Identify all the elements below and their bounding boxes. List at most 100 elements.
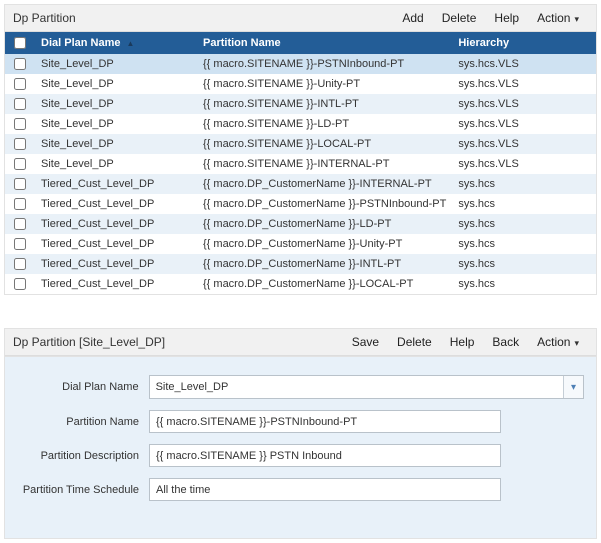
table-row[interactable]: Tiered_Cust_Level_DP {{ macro.DP_Custome… bbox=[5, 254, 596, 274]
cell-dial-plan-name: Site_Level_DP bbox=[35, 114, 197, 134]
partition-description-label: Partition Description bbox=[17, 444, 149, 464]
dp-partition-table: Dial Plan Name▲ Partition Name Hierarchy… bbox=[5, 32, 596, 294]
cell-hierarchy: sys.hcs.VLS bbox=[452, 114, 596, 134]
row-checkbox[interactable] bbox=[14, 218, 26, 230]
column-header-partition-name[interactable]: Partition Name bbox=[197, 32, 452, 54]
cell-partition-name: {{ macro.SITENAME }}-PSTNInbound-PT bbox=[197, 54, 452, 74]
table-row[interactable]: Tiered_Cust_Level_DP {{ macro.DP_Custome… bbox=[5, 214, 596, 234]
table-header-row: Dial Plan Name▲ Partition Name Hierarchy bbox=[5, 32, 596, 54]
cell-partition-name: {{ macro.SITENAME }}-LD-PT bbox=[197, 114, 452, 134]
detail-toolbar: Dp Partition [Site_Level_DP] Save Delete… bbox=[5, 329, 596, 356]
cell-partition-name: {{ macro.SITENAME }}-Unity-PT bbox=[197, 74, 452, 94]
table-row[interactable]: Tiered_Cust_Level_DP {{ macro.DP_Custome… bbox=[5, 234, 596, 254]
cell-partition-name: {{ macro.SITENAME }}-INTERNAL-PT bbox=[197, 154, 452, 174]
select-all-header bbox=[5, 32, 35, 54]
row-checkbox[interactable] bbox=[14, 118, 26, 130]
row-checkbox[interactable] bbox=[14, 158, 26, 170]
table-row[interactable]: Site_Level_DP {{ macro.SITENAME }}-INTL-… bbox=[5, 94, 596, 114]
save-button[interactable]: Save bbox=[343, 332, 388, 352]
help-button[interactable]: Help bbox=[441, 332, 484, 352]
cell-partition-name: {{ macro.DP_CustomerName }}-LD-PT bbox=[197, 214, 452, 234]
dropdown-caret-icon[interactable]: ▾ bbox=[563, 376, 583, 398]
row-checkbox[interactable] bbox=[14, 278, 26, 290]
back-button[interactable]: Back bbox=[483, 332, 528, 352]
detail-panel-title: Dp Partition [Site_Level_DP] bbox=[13, 335, 343, 349]
dp-partition-detail-panel: Dp Partition [Site_Level_DP] Save Delete… bbox=[4, 328, 597, 539]
dial-plan-name-label: Dial Plan Name bbox=[17, 375, 149, 395]
dial-plan-name-selected-value: Site_Level_DP bbox=[150, 376, 563, 398]
add-button[interactable]: Add bbox=[393, 8, 432, 28]
cell-partition-name: {{ macro.DP_CustomerName }}-INTL-PT bbox=[197, 254, 452, 274]
table-row[interactable]: Site_Level_DP {{ macro.SITENAME }}-LOCAL… bbox=[5, 134, 596, 154]
partition-time-schedule-input[interactable] bbox=[149, 478, 501, 501]
cell-partition-name: {{ macro.SITENAME }}-INTL-PT bbox=[197, 94, 452, 114]
cell-hierarchy: sys.hcs.VLS bbox=[452, 94, 596, 114]
detail-form: Dial Plan Name Site_Level_DP ▾ Partition… bbox=[5, 356, 596, 538]
page: Dp Partition Add Delete Help Action ▾ Dia… bbox=[0, 0, 601, 543]
list-toolbar-actions: Add Delete Help Action ▾ bbox=[393, 8, 588, 28]
form-row-partition-name: Partition Name bbox=[17, 410, 584, 433]
caret-down-icon: ▾ bbox=[574, 14, 579, 24]
row-checkbox[interactable] bbox=[14, 258, 26, 270]
cell-dial-plan-name: Site_Level_DP bbox=[35, 154, 197, 174]
cell-dial-plan-name: Tiered_Cust_Level_DP bbox=[35, 254, 197, 274]
cell-dial-plan-name: Site_Level_DP bbox=[35, 54, 197, 74]
cell-partition-name: {{ macro.DP_CustomerName }}-INTERNAL-PT bbox=[197, 174, 452, 194]
cell-hierarchy: sys.hcs.VLS bbox=[452, 54, 596, 74]
cell-partition-name: {{ macro.DP_CustomerName }}-PSTNInbound-… bbox=[197, 194, 452, 214]
cell-dial-plan-name: Tiered_Cust_Level_DP bbox=[35, 274, 197, 294]
row-checkbox[interactable] bbox=[14, 178, 26, 190]
cell-hierarchy: sys.hcs bbox=[452, 174, 596, 194]
help-button[interactable]: Help bbox=[485, 8, 528, 28]
cell-dial-plan-name: Tiered_Cust_Level_DP bbox=[35, 194, 197, 214]
cell-dial-plan-name: Tiered_Cust_Level_DP bbox=[35, 214, 197, 234]
list-toolbar: Dp Partition Add Delete Help Action ▾ bbox=[5, 5, 596, 32]
table-row[interactable]: Tiered_Cust_Level_DP {{ macro.DP_Custome… bbox=[5, 174, 596, 194]
table-row[interactable]: Site_Level_DP {{ macro.SITENAME }}-LD-PT… bbox=[5, 114, 596, 134]
cell-partition-name: {{ macro.DP_CustomerName }}-Unity-PT bbox=[197, 234, 452, 254]
row-checkbox[interactable] bbox=[14, 238, 26, 250]
action-menu-button[interactable]: Action ▾ bbox=[528, 8, 588, 28]
cell-dial-plan-name: Site_Level_DP bbox=[35, 74, 197, 94]
form-row-dial-plan-name: Dial Plan Name Site_Level_DP ▾ bbox=[17, 375, 584, 399]
dial-plan-name-select[interactable]: Site_Level_DP ▾ bbox=[149, 375, 584, 399]
row-checkbox[interactable] bbox=[14, 98, 26, 110]
column-header-hierarchy[interactable]: Hierarchy bbox=[452, 32, 596, 54]
action-menu-button[interactable]: Action▾ bbox=[528, 332, 588, 352]
cell-hierarchy: sys.hcs.VLS bbox=[452, 154, 596, 174]
row-checkbox[interactable] bbox=[14, 58, 26, 70]
cell-hierarchy: sys.hcs bbox=[452, 234, 596, 254]
cell-dial-plan-name: Tiered_Cust_Level_DP bbox=[35, 234, 197, 254]
row-checkbox[interactable] bbox=[14, 198, 26, 210]
table-row[interactable]: Site_Level_DP {{ macro.SITENAME }}-Unity… bbox=[5, 74, 596, 94]
row-checkbox[interactable] bbox=[14, 78, 26, 90]
cell-dial-plan-name: Site_Level_DP bbox=[35, 94, 197, 114]
cell-hierarchy: sys.hcs.VLS bbox=[452, 74, 596, 94]
partition-description-input[interactable] bbox=[149, 444, 501, 467]
cell-hierarchy: sys.hcs bbox=[452, 274, 596, 294]
form-row-partition-description: Partition Description bbox=[17, 444, 584, 467]
table-row[interactable]: Site_Level_DP {{ macro.SITENAME }}-PSTNI… bbox=[5, 54, 596, 74]
cell-hierarchy: sys.hcs bbox=[452, 194, 596, 214]
row-checkbox[interactable] bbox=[14, 138, 26, 150]
list-panel-title: Dp Partition bbox=[13, 11, 393, 25]
partition-time-schedule-label: Partition Time Schedule bbox=[17, 478, 149, 498]
sort-ascending-icon: ▲ bbox=[126, 39, 134, 48]
cell-dial-plan-name: Site_Level_DP bbox=[35, 134, 197, 154]
column-header-dial-plan-name[interactable]: Dial Plan Name▲ bbox=[35, 32, 197, 54]
dp-partition-list-panel: Dp Partition Add Delete Help Action ▾ Dia… bbox=[4, 4, 597, 295]
table-row[interactable]: Site_Level_DP {{ macro.SITENAME }}-INTER… bbox=[5, 154, 596, 174]
detail-toolbar-actions: Save Delete Help Back Action▾ bbox=[343, 332, 588, 352]
cell-hierarchy: sys.hcs.VLS bbox=[452, 134, 596, 154]
cell-dial-plan-name: Tiered_Cust_Level_DP bbox=[35, 174, 197, 194]
action-menu-label: Action bbox=[537, 11, 570, 25]
table-row[interactable]: Tiered_Cust_Level_DP {{ macro.DP_Custome… bbox=[5, 274, 596, 294]
cell-hierarchy: sys.hcs bbox=[452, 214, 596, 234]
cell-partition-name: {{ macro.DP_CustomerName }}-LOCAL-PT bbox=[197, 274, 452, 294]
cell-hierarchy: sys.hcs bbox=[452, 254, 596, 274]
delete-button[interactable]: Delete bbox=[433, 8, 486, 28]
select-all-checkbox[interactable] bbox=[14, 37, 26, 49]
partition-name-input[interactable] bbox=[149, 410, 501, 433]
delete-button[interactable]: Delete bbox=[388, 332, 441, 352]
table-row[interactable]: Tiered_Cust_Level_DP {{ macro.DP_Custome… bbox=[5, 194, 596, 214]
